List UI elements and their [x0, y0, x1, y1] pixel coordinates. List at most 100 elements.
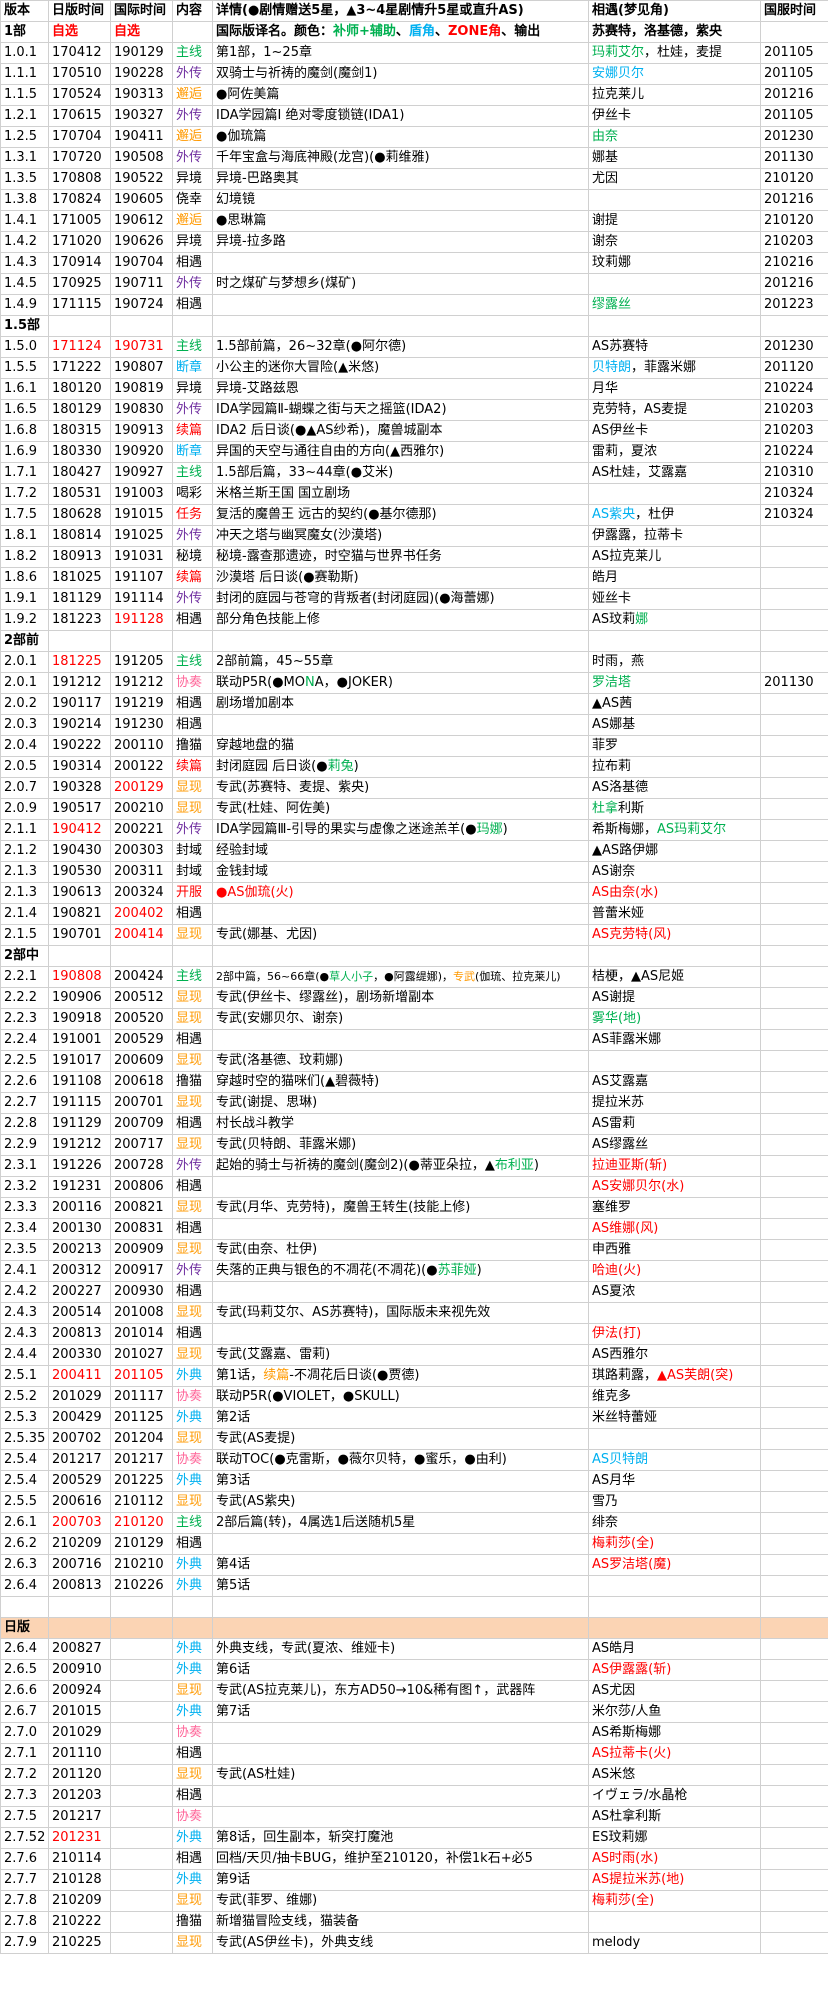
cell-global-date: 201105: [110, 1365, 173, 1387]
cell-content-type: 协奏: [172, 1386, 213, 1408]
cell-cn-date: [760, 882, 828, 904]
cell-content-type: 显现: [172, 798, 213, 820]
table-row: 2.6.4 200827 外典 外典支线，专武(夏浓、维娅卡) AS皓月: [0, 1638, 828, 1660]
text-segment: 封闭庭园 后日谈(●: [216, 759, 328, 774]
cell-global-date: [110, 630, 173, 652]
cell-cn-date: 201216: [760, 273, 828, 295]
cell-encounter: AS月华: [588, 1470, 761, 1492]
cell-global-date: 201008: [110, 1302, 173, 1324]
cell-content-type: 相遇: [172, 714, 213, 736]
table-row: 1.3.8 170824 190605 侥幸 幻境镜 201216: [0, 189, 828, 211]
cell-cn-date: [760, 945, 828, 967]
cell-details: 专武(AS拉克莱儿)，东方AD50→10&稀有图↑，武器阵: [212, 1680, 589, 1702]
cell-details: 幻境镜: [212, 189, 589, 211]
cell-content-type: 断章: [172, 441, 213, 463]
cell-global-date: 200930: [110, 1281, 173, 1303]
cell-cn-date: [760, 798, 828, 820]
cell-global-date: 200701: [110, 1092, 173, 1114]
section-row-jp: 日版: [0, 1617, 828, 1639]
text-segment: 专武: [453, 970, 475, 983]
cell-details: 专武(杜娃、阿佐美): [212, 798, 589, 820]
text-segment: 盾角: [408, 24, 435, 39]
cell-details: 复活的魔兽王 远古的契约(●基尔德那): [212, 504, 589, 526]
cell-cn-date: [760, 987, 828, 1009]
table-row: 1.2.5 170704 190411 邂逅 ●伽琉篇 由奈 201230: [0, 126, 828, 148]
cell-jp-date: 200703: [48, 1512, 111, 1534]
cell-details: 第1部，1~25章: [212, 42, 589, 64]
cell-global-date: 190830: [110, 399, 173, 421]
cell-cn-date: [760, 1512, 828, 1534]
table-row: 2.7.5 201217 协奏 AS杜拿利斯: [0, 1806, 828, 1828]
cell-cn-date: [760, 819, 828, 841]
cell-version: 2.7.5: [0, 1806, 49, 1828]
cell-encounter: 哈迪(火): [588, 1260, 761, 1282]
cell-global-date: 190522: [110, 168, 173, 190]
cell-jp-date: 190517: [48, 798, 111, 820]
table-row: 2.2.6 191108 200618 撸猫 穿越时空的猫咪们(▲碧薇特) AS艾露嘉: [0, 1071, 828, 1093]
header-version: 版本: [0, 0, 49, 22]
table-row: 2.1.3 190613 200324 开服 ●AS伽琉(火) AS由奈(水): [0, 882, 828, 904]
cell-content-type: 侥幸: [172, 189, 213, 211]
cell-global-date: 191205: [110, 651, 173, 673]
cell-jp-date: 200813: [48, 1575, 111, 1597]
cell-cn-date: [760, 714, 828, 736]
cell-global-date: 210112: [110, 1491, 173, 1513]
table-row: 2.7.2 201120 显现 专武(AS杜娃) AS米悠: [0, 1764, 828, 1786]
cell-details: [212, 1596, 589, 1618]
table-row: 2.3.1 191226 200728 外传 起始的骑士与祈祷的魔剑(魔剑2)(●蒂亚朵…: [0, 1155, 828, 1177]
text-segment: 起始的骑士与祈祷的魔剑(魔剑2)(●蒂亚朵拉，▲: [216, 1158, 495, 1173]
cell-details: 专武(AS麦提): [212, 1428, 589, 1450]
cell-version: 1.4.2: [0, 231, 49, 253]
cell-global-date: 190626: [110, 231, 173, 253]
cell-version: 2.5.1: [0, 1365, 49, 1387]
table-row: 1.5.5 171222 190807 断章 小公主的迷你大冒险(▲米悠) 贝特朗，菲露米…: [0, 357, 828, 379]
cell-jp-date: 200813: [48, 1323, 111, 1345]
cell-details: 经验封域: [212, 840, 589, 862]
cell-global-date: [110, 1617, 173, 1639]
cell-cn-date: [760, 903, 828, 925]
cell-cn-date: [760, 1575, 828, 1597]
table-row: 2.7.8 210209 显现 专武(菲罗、维娜) 梅莉莎(全): [0, 1890, 828, 1912]
cell-encounter: 玟莉娜: [588, 252, 761, 274]
cell-cn-date: [760, 1806, 828, 1828]
cell-version: 2.7.0: [0, 1722, 49, 1744]
cell-cn-date: [760, 1827, 828, 1849]
cell-jp-date: 201029: [48, 1386, 111, 1408]
cell-content-type: 主线: [172, 966, 213, 988]
cell-version: 2.1.5: [0, 924, 49, 946]
cell-details: 2部前篇，45~55章: [212, 651, 589, 673]
cell-global-date: [110, 1596, 173, 1618]
cell-version: 1.4.5: [0, 273, 49, 295]
cell-encounter: 希斯梅娜，AS玛莉艾尔: [588, 819, 761, 841]
cell-version: 2.3.5: [0, 1239, 49, 1261]
cell-details: 专武(菲罗、维娜): [212, 1890, 589, 1912]
cell-global-date: 201217: [110, 1449, 173, 1471]
cell-encounter: AS玟莉娜: [588, 609, 761, 631]
text-segment: 娜: [635, 612, 649, 627]
text-segment: 莉兔: [327, 759, 354, 774]
cell-version: 2.2.8: [0, 1113, 49, 1135]
cell-content-type: [172, 1617, 213, 1639]
cell-jp-date: 170824: [48, 189, 111, 211]
cell-encounter: 尤因: [588, 168, 761, 190]
cell-details: [212, 1281, 589, 1303]
text-segment: 、: [395, 24, 409, 39]
header-details: 详情(●剧情赠送5星，▲3~4星剧情升5星或直升AS): [212, 0, 589, 22]
cell-global-date: 200311: [110, 861, 173, 883]
cell-jp-date: 190530: [48, 861, 111, 883]
cell-global-date: 200414: [110, 924, 173, 946]
cell-encounter: 伊露露，拉蒂卡: [588, 525, 761, 547]
cell-details: 村长战斗教学: [212, 1113, 589, 1135]
cell-cn-date: [760, 1533, 828, 1555]
cell-global-date: [110, 1806, 173, 1828]
cell-cn-date: [760, 1680, 828, 1702]
section-row: 1部 自选 自选 国际版译名。颜色：补师+辅助、盾角、ZONE角、输出 苏赛特，洛基德，…: [0, 21, 828, 43]
cell-version: 1.8.1: [0, 525, 49, 547]
cell-details: [212, 714, 589, 736]
cell-version: 1.2.1: [0, 105, 49, 127]
table-row: 1.6.1 180120 190819 异境 异境-艾路兹恩 月华 210224: [0, 378, 828, 400]
text-segment: AS玟莉: [592, 612, 636, 627]
cell-cn-date: [760, 525, 828, 547]
cell-version: 2.6.1: [0, 1512, 49, 1534]
cell-version: 2.2.4: [0, 1029, 49, 1051]
